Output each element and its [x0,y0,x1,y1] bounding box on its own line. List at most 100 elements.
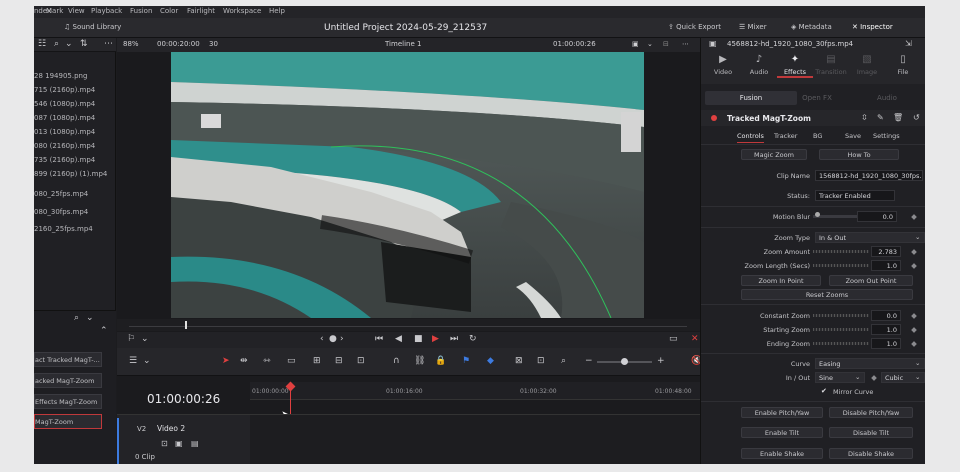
playhead-options-icon[interactable]: ⚐ [127,334,135,344]
menu-item[interactable]: Fusion [130,7,152,15]
quick-export-button[interactable]: ⇪ Quick Export [668,23,721,31]
menu-item[interactable]: Fairlight [187,7,215,15]
menu-item[interactable]: Playback [91,7,122,15]
zoom-amount-value[interactable]: 2.783 [871,246,901,257]
layout-icon[interactable]: ☰ [129,356,137,366]
blade-tool-icon[interactable]: ▭ [287,356,296,366]
menu-item[interactable]: Mark [46,7,63,15]
media-file[interactable]: 546 (1080p).mp4 [34,100,95,108]
chevron-down-icon[interactable]: ⌄ [141,334,149,344]
replace-clip-icon[interactable]: ⊡ [357,356,365,366]
loop-icon[interactable]: ↻ [469,334,477,344]
zoom-in-point-button[interactable]: Zoom In Point [741,275,821,286]
tab-file[interactable]: ▯ File [885,54,921,76]
mirror-curve-checkbox[interactable]: ✔ [821,387,827,395]
keyframe-icon[interactable] [911,249,917,255]
magic-wand-icon[interactable]: ✎ [877,113,884,122]
media-file[interactable]: 2160_25fps.mp4 [34,225,93,233]
keyframe-icon[interactable] [911,263,917,269]
media-file[interactable]: 080_30fps.mp4 [34,208,88,216]
enable-pitch-yaw-button[interactable]: Enable Pitch/Yaw [741,407,823,418]
starting-zoom-slider[interactable] [813,328,869,331]
media-file[interactable]: 087 (1080p).mp4 [34,114,95,122]
tab-image[interactable]: ▧ Image [849,54,885,76]
keyframe-icon[interactable] [911,327,917,333]
auto-select-icon[interactable]: ▣ [175,439,183,448]
control-tab-bg[interactable]: BG [813,132,822,140]
menu-item[interactable]: Help [269,7,285,15]
constant-zoom-slider[interactable] [813,314,869,317]
clip-name-field[interactable]: 1568812-hd_1920_1080_30fps.mp4 [815,170,923,181]
tab-transition[interactable]: ▤ Transition [813,54,849,76]
zoom-type-select[interactable]: In & Out [815,232,925,243]
insert-clip-icon[interactable]: ⊞ [313,356,321,366]
disable-tilt-button[interactable]: Disable Tilt [829,427,913,438]
track-header-video-2[interactable]: V2 Video 2 ⊡ ▣ ▤ 0 Clip [117,414,250,464]
viewer-mode-icon[interactable]: ▭ [669,334,678,344]
motion-blur-handle[interactable] [815,212,820,217]
control-tab-settings[interactable]: Settings [873,132,900,140]
zoom-level[interactable]: 88% [123,40,139,48]
effect-enable-toggle[interactable] [711,115,717,121]
menu-item[interactable]: Workspace [223,7,261,15]
how-to-button[interactable]: How To [819,149,899,160]
zoom-length-value[interactable]: 1.0 [871,260,901,271]
media-file[interactable]: 715 (2160p).mp4 [34,86,95,94]
metadata-button[interactable]: ◈ Metadata [791,23,832,31]
selection-tool-icon[interactable]: ➤ [222,356,230,366]
media-file[interactable]: 28 194905.png [34,72,87,80]
list-view-icon[interactable]: ☷ [38,39,46,49]
media-file[interactable]: 735 (2160p).mp4 [34,156,95,164]
track-name[interactable]: Video 2 [157,424,185,433]
zoom-custom-icon[interactable]: ⌕ [561,356,566,366]
go-to-end-icon[interactable]: ⏭ [450,334,458,344]
chevron-up-down-icon[interactable]: ⇳ [861,113,868,122]
scrub-playhead[interactable] [185,321,187,329]
control-tab-tracker[interactable]: Tracker [774,132,797,140]
view-options-icon[interactable]: ▣ [632,40,639,48]
tab-effects[interactable]: ✦ Effects [777,54,813,78]
disable-track-icon[interactable]: ▤ [191,439,199,448]
more-icon[interactable]: ⋯ [104,39,113,49]
zoom-amount-slider[interactable] [813,250,869,253]
ending-zoom-slider[interactable] [813,342,869,345]
magic-zoom-button[interactable]: Magic Zoom [741,149,807,160]
jog-right-icon[interactable]: › [340,334,344,344]
marker-icon[interactable]: ◆ [487,356,494,366]
subtab-audio[interactable]: Audio [841,91,925,105]
effect-item[interactable]: act Tracked MagT-... [34,352,102,367]
lock-icon[interactable]: 🔒 [435,356,446,366]
play-range-icon[interactable]: ⊟ [663,40,669,48]
inspector-button[interactable]: ✕ Inspector [852,23,893,31]
sound-library-button[interactable]: ♫ Sound Library [64,23,121,31]
timeline-ruler[interactable]: 01:00:00:00 01:00:16:00 01:00:32:00 01:0… [250,382,700,400]
disable-shake-button[interactable]: Disable Shake [829,448,913,459]
play-icon[interactable]: ▶ [432,334,439,344]
zoom-length-slider[interactable] [813,264,869,267]
jog-left-icon[interactable]: ‹ [320,334,324,344]
media-file[interactable]: 080 (2160p).mp4 [34,142,95,150]
ending-zoom-value[interactable]: 1.0 [871,338,901,349]
keyframe-icon[interactable] [911,214,917,220]
zoom-full-icon[interactable]: ⊠ [515,356,523,366]
zoom-in-icon[interactable]: + [657,356,665,366]
effect-item[interactable]: Effects MagT-Zoom [34,394,102,409]
media-file[interactable]: 013 (1080p).mp4 [34,128,95,136]
jog-dot-icon[interactable]: ● [329,334,337,344]
zoom-detail-icon[interactable]: ⊡ [537,356,545,366]
zoom-out-point-button[interactable]: Zoom Out Point [829,275,913,286]
tab-video[interactable]: ▶ Video [705,54,741,76]
search-icon[interactable]: ⌕ [54,39,59,49]
starting-zoom-value[interactable]: 1.0 [871,324,901,335]
go-to-start-icon[interactable]: ⏮ [375,334,383,344]
constant-zoom-value[interactable]: 0.0 [871,310,901,321]
timeline-name[interactable]: Timeline 1 [385,40,421,48]
reset-icon[interactable]: ↺ [913,113,920,122]
menu-item[interactable]: Color [160,7,178,15]
snapping-icon[interactable]: ∩ [393,356,400,366]
trim-tool-icon[interactable]: ⇹ [240,356,248,366]
stop-icon[interactable]: ■ [414,334,423,344]
curve-select[interactable]: Easing [815,358,925,369]
chevron-down-icon[interactable]: ⌄ [65,39,73,49]
chevron-down-icon[interactable]: ⌄ [647,40,653,48]
